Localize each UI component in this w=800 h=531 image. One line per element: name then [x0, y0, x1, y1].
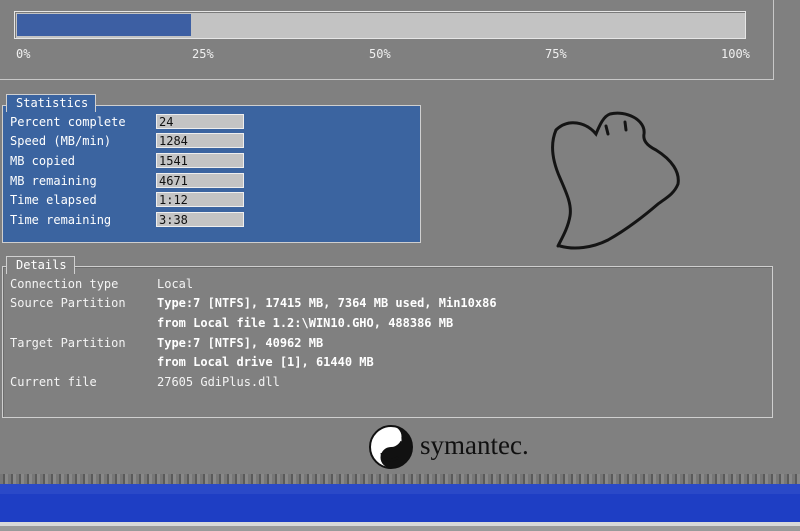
progress-tick-75: 75%	[545, 47, 567, 61]
symantec-logo-icon	[369, 425, 413, 469]
stat-label-time-remaining: Time remaining	[10, 213, 112, 227]
progress-tick-0: 0%	[16, 47, 31, 61]
stat-label-percent-complete: Percent complete	[10, 115, 126, 129]
current-file-value: 27605 GdiPlus.dll	[157, 375, 280, 389]
stat-value-time-remaining: 3:38	[156, 212, 244, 227]
statistics-title: Statistics	[6, 94, 97, 112]
stat-value-time-elapsed: 1:12	[156, 192, 244, 207]
current-file-label: Current file	[10, 375, 97, 389]
progress-tick-50: 50%	[369, 47, 391, 61]
stat-label-mb-remaining: MB remaining	[10, 174, 97, 188]
stat-label-mb-copied: MB copied	[10, 154, 76, 168]
progress-tick-100: 100%	[721, 47, 750, 61]
stat-value-percent-complete: 24	[156, 114, 244, 129]
source-partition-value-line1: Type:7 [NTFS], 17415 MB, 7364 MB used, M…	[157, 296, 497, 310]
target-partition-label: Target Partition	[10, 336, 126, 350]
stat-value-mb-copied: 1541	[156, 153, 244, 168]
progress-bar-fill	[17, 14, 191, 36]
symantec-logo-text: symantec.	[420, 430, 529, 460]
source-partition-value-line2: from Local file 1.2:\WIN10.GHO, 488386 M…	[157, 316, 454, 330]
details-title: Details	[6, 256, 75, 274]
progress-tick-25: 25%	[192, 47, 214, 61]
bottom-band	[0, 474, 800, 531]
target-partition-value-line2: from Local drive [1], 61440 MB	[157, 355, 374, 369]
stat-value-mb-remaining: 4671	[156, 173, 244, 188]
ghost-icon	[551, 111, 680, 250]
source-partition-label: Source Partition	[10, 296, 126, 310]
stat-label-time-elapsed: Time elapsed	[10, 193, 97, 207]
stat-label-speed: Speed (MB/min)	[10, 134, 112, 148]
connection-type-label: Connection type	[10, 277, 119, 291]
stat-value-speed: 1284	[156, 133, 244, 148]
connection-type-value: Local	[157, 277, 194, 291]
progress-bar	[14, 11, 746, 39]
target-partition-value-line1: Type:7 [NTFS], 40962 MB	[157, 336, 324, 350]
